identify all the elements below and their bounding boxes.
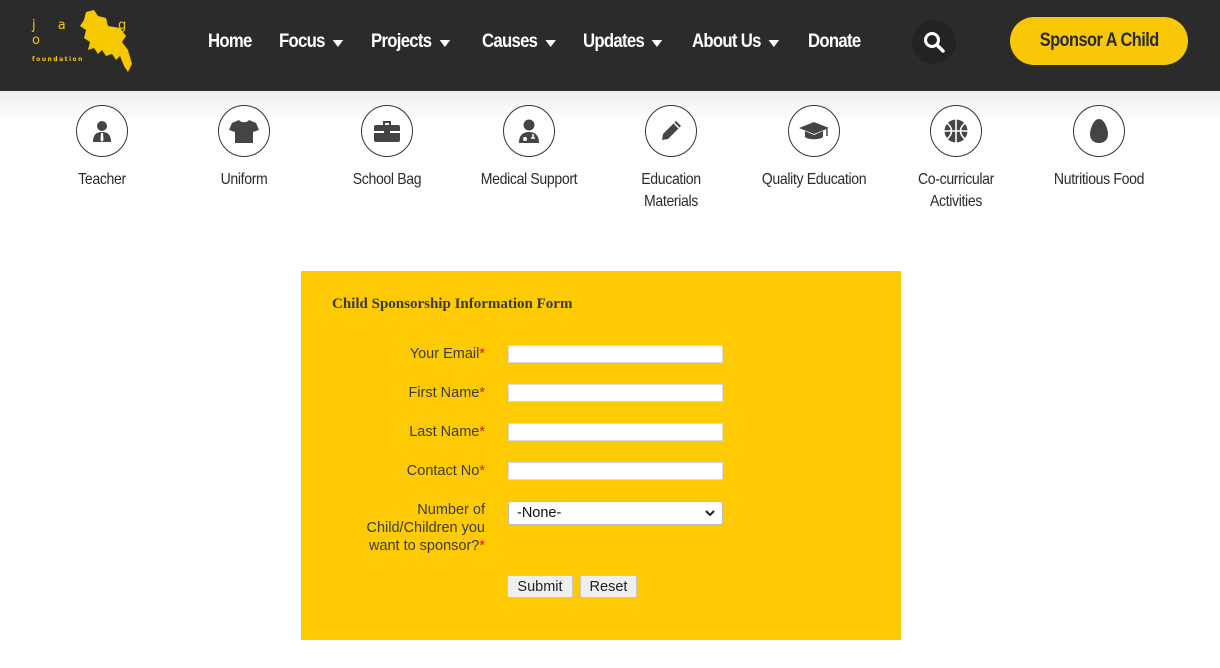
- basketball-icon: [930, 105, 982, 157]
- nav-projects-label: Projects: [371, 31, 432, 52]
- nav-home-label: Home: [208, 31, 252, 52]
- chevron-down-icon: [439, 39, 450, 47]
- nav-about-us-label: About Us: [692, 31, 761, 52]
- feature-quality-education: Quality Education: [744, 105, 884, 191]
- sponsor-a-child-button[interactable]: Sponsor A Child: [1010, 17, 1188, 65]
- feature-label: Co-curricular Activities: [917, 171, 995, 210]
- nav-causes[interactable]: Causes: [482, 31, 571, 53]
- teacher-icon: [76, 105, 128, 157]
- nav-donate[interactable]: Donate: [808, 31, 870, 53]
- nav-updates-label: Updates: [583, 31, 645, 52]
- feature-label: Teacher: [78, 171, 126, 188]
- nav-updates[interactable]: Updates: [583, 31, 679, 53]
- nav-causes-label: Causes: [482, 31, 538, 52]
- feature-teacher: Teacher: [32, 105, 172, 191]
- nav-about-us[interactable]: About Us: [692, 31, 794, 53]
- children-label: Number of Child/Children you want to spo…: [366, 502, 485, 554]
- form-title: Child Sponsorship Information Form: [332, 296, 573, 312]
- feature-label: Quality Education: [761, 171, 867, 188]
- chevron-down-icon: [332, 39, 344, 47]
- jaago-foundation-logo[interactable]: j a a g o foundation: [28, 8, 138, 74]
- nav-focus-label: Focus: [279, 31, 325, 52]
- sponsorship-form: Child Sponsorship Information Form Your …: [301, 271, 901, 640]
- nav-focus[interactable]: Focus: [279, 31, 360, 53]
- feature-uniform: Uniform: [174, 105, 314, 191]
- site-header: j a a g o foundation Home Focus Projects…: [0, 0, 1220, 91]
- main-nav: Home Focus Projects Causes Updates About…: [208, 0, 878, 84]
- chevron-down-icon: [768, 39, 780, 47]
- search-button[interactable]: [912, 20, 956, 64]
- children-count-value: -None-: [517, 505, 562, 521]
- contact-label: Contact No*: [406, 463, 485, 479]
- chevron-down-icon: [545, 39, 556, 47]
- sponsorship-benefits: Teacher Uniform School Bag Medical Suppo…: [0, 105, 1220, 225]
- email-field[interactable]: [508, 345, 723, 363]
- nav-projects[interactable]: Projects: [371, 31, 469, 53]
- chevron-down-icon: [705, 510, 715, 517]
- search-icon: [924, 32, 945, 53]
- last-name-label: Last Name*: [409, 424, 485, 440]
- children-count-select[interactable]: -None-: [508, 501, 723, 525]
- feature-label: Uniform: [220, 171, 268, 188]
- feature-label: School Bag: [352, 171, 422, 188]
- logo-subtitle: foundation: [32, 56, 84, 63]
- sponsor-a-child-label: Sponsor A Child: [1039, 30, 1159, 51]
- feature-school-bag: School Bag: [317, 105, 457, 191]
- feature-label: Medical Support: [480, 171, 578, 188]
- email-label: Your Email*: [409, 346, 485, 362]
- tshirt-icon: [218, 105, 270, 157]
- feature-nutritious-food: Nutritious Food: [1029, 105, 1169, 191]
- feature-co-curricular: Co-curricular Activities: [886, 105, 1026, 213]
- nav-donate-label: Donate: [808, 31, 861, 52]
- logo-wordmark: j a a g o: [32, 18, 136, 48]
- pencil-icon: [645, 105, 697, 157]
- chevron-down-icon: [651, 39, 663, 47]
- submit-button[interactable]: Submit: [507, 575, 573, 598]
- briefcase-icon: [361, 105, 413, 157]
- nav-home[interactable]: Home: [208, 31, 270, 53]
- reset-button[interactable]: Reset: [580, 575, 637, 598]
- feature-label: Nutritious Food: [1053, 171, 1145, 188]
- feature-label: Education Materials: [641, 171, 701, 210]
- first-name-label: First Name*: [408, 385, 485, 401]
- doctor-icon: [503, 105, 555, 157]
- first-name-field[interactable]: [508, 384, 723, 402]
- egg-icon: [1073, 105, 1125, 157]
- contact-field[interactable]: [508, 462, 723, 480]
- last-name-field[interactable]: [508, 423, 723, 441]
- feature-education-materials: Education Materials: [601, 105, 741, 213]
- feature-medical-support: Medical Support: [459, 105, 599, 191]
- graduation-cap-icon: [788, 105, 840, 157]
